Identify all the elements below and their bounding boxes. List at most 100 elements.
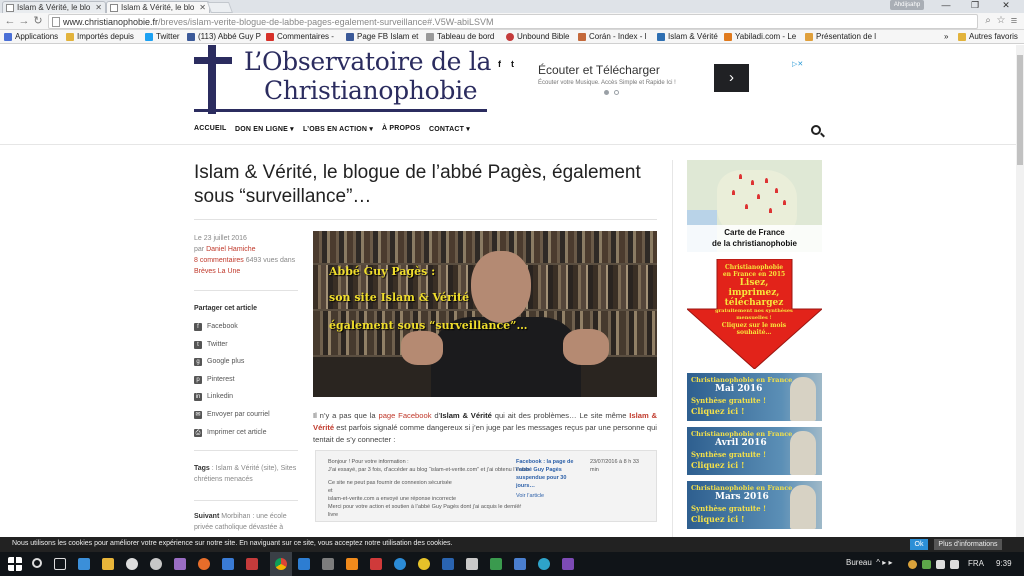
search-icon[interactable] (32, 558, 42, 568)
arrow-banner-text[interactable]: Christianophobie en France en 2015 Lisez… (704, 264, 804, 336)
close-tab-icon[interactable]: ✕ (199, 2, 206, 13)
back-arrow-icon[interactable]: ← (4, 15, 16, 27)
inset-link: jours… (516, 483, 535, 489)
bookmark-applications[interactable]: Applications (4, 31, 62, 43)
inset-view-link: Voir l’article (516, 493, 545, 499)
windows-start-icon[interactable] (8, 557, 22, 571)
bookmark-yabiladi[interactable]: Yabiladi.com - Le (724, 31, 800, 43)
hero-caption-2: son site Islam & Vérité (329, 291, 470, 304)
cookie-more-info-button[interactable]: Plus d’informations (934, 539, 1002, 550)
share-twitter[interactable]: t Twitter (194, 341, 228, 349)
browser-tab-1[interactable]: Islam & Vérité, le blo ✕ (2, 1, 106, 13)
advertisement[interactable]: Écouter et Télécharger Écouter votre Mus… (530, 60, 810, 108)
chrome-taskbar-button[interactable] (270, 552, 292, 576)
file-explorer-icon[interactable] (102, 558, 114, 570)
nav-contact[interactable]: CONTACT ▾ (429, 125, 470, 133)
bookmark-abbe-guy[interactable]: (113) Abbé Guy P (187, 31, 263, 43)
tray-app-icon[interactable] (908, 560, 917, 569)
bookmark-presentation[interactable]: Présentation de l (805, 31, 879, 43)
bookmark-coran[interactable]: Corán - Index - l (578, 31, 654, 43)
ad-arrow-button[interactable]: › (714, 64, 749, 92)
reload-icon[interactable]: ↻ (32, 15, 44, 27)
app-icon[interactable] (490, 558, 502, 570)
app-icon[interactable] (322, 558, 334, 570)
app-icon[interactable] (298, 558, 310, 570)
tray-arrows-icon[interactable]: ^ ▸ ▸ (876, 558, 892, 567)
app-icon[interactable] (418, 558, 430, 570)
bookmark-imported[interactable]: Importés depuis (66, 31, 138, 43)
share-google-plus[interactable]: g Google plus (194, 358, 244, 366)
synthesis-banner-avril[interactable]: Christianophobie en France Avril 2016 Sy… (687, 427, 822, 475)
app-icon[interactable] (394, 558, 406, 570)
bookmark-islam-verite[interactable]: Islam & Vérité (657, 31, 723, 43)
bookmark-commentaires[interactable]: Commentaires - (266, 31, 340, 43)
profile-badge[interactable]: Ahdijsahp (890, 0, 924, 10)
tags-list[interactable]: Islam & Vérité (site), Sites chrétiens m… (194, 465, 296, 483)
vlc-icon[interactable] (346, 558, 358, 570)
facebook-page-link[interactable]: page Facebook (378, 411, 431, 420)
app-icon[interactable] (150, 558, 162, 570)
zoom-search-icon[interactable]: ⌕ (982, 15, 994, 27)
article-date: Le 23 juillet 2016 (194, 235, 247, 242)
nav-accueil[interactable]: ACCUEIL (194, 125, 227, 132)
edge-icon[interactable] (78, 558, 90, 570)
scrollbar-thumb[interactable] (1017, 55, 1023, 165)
map-caption[interactable]: Carte de France de la christianophobie (687, 225, 822, 252)
cookie-ok-button[interactable]: Ok (910, 539, 928, 550)
twitter-icon[interactable]: t (511, 59, 514, 69)
language-indicator[interactable]: FRA (968, 559, 984, 568)
close-tab-icon[interactable]: ✕ (95, 2, 102, 13)
app-icon[interactable] (370, 558, 382, 570)
menu-icon[interactable]: ≡ (1008, 15, 1020, 27)
author-link[interactable]: Daniel Hamiche (206, 246, 255, 253)
network-icon[interactable] (936, 560, 945, 569)
nav-obs-en-action[interactable]: L’OBS EN ACTION ▾ (303, 125, 373, 133)
viber-icon[interactable] (562, 558, 574, 570)
search-icon[interactable] (811, 125, 821, 135)
task-view-icon[interactable] (54, 558, 66, 570)
ad-choices-icon[interactable]: ▷✕ (792, 60, 803, 68)
share-pinterest[interactable]: p Pinterest (194, 376, 235, 384)
forward-arrow-icon[interactable]: → (18, 15, 30, 27)
new-tab-button[interactable] (206, 2, 234, 13)
word-icon[interactable] (442, 558, 454, 570)
skype-icon[interactable] (538, 558, 550, 570)
url-field[interactable]: www.christianophobie.fr/breves/islam-ver… (48, 14, 978, 29)
next-article[interactable]: Suivant Morbihan : une école privée cath… (194, 511, 298, 533)
app-icon[interactable] (174, 558, 186, 570)
tray-app-icon[interactable] (922, 560, 931, 569)
share-facebook[interactable]: f Facebook (194, 323, 238, 331)
app-icon[interactable] (466, 558, 478, 570)
other-favorites-folder[interactable]: Autres favoris (958, 31, 1022, 43)
category-link[interactable]: Brèves La Une (194, 266, 304, 277)
desktop-label[interactable]: Bureau (846, 558, 872, 567)
comments-link[interactable]: 8 commentaires (194, 257, 244, 264)
bookmark-unbound-bible[interactable]: Unbound Bible (506, 31, 576, 43)
share-linkedin[interactable]: in Linkedin (194, 393, 233, 401)
bookmark-page-fb[interactable]: Page FB Islam et (346, 31, 422, 43)
bookmark-star-icon[interactable]: ☆ (995, 15, 1007, 27)
app-icon[interactable] (514, 558, 526, 570)
soccer-ball-icon[interactable] (126, 558, 138, 570)
share-print[interactable]: ⎙ Imprimer cet article (194, 429, 267, 437)
facebook-icon[interactable]: f (498, 59, 501, 69)
minimize-icon[interactable]: — (932, 0, 960, 12)
more-bookmarks-button[interactable]: » (944, 31, 954, 43)
page-scrollbar[interactable] (1016, 45, 1024, 537)
firefox-icon[interactable] (198, 558, 210, 570)
synthesis-banner-mars[interactable]: Christianophobie en France Mars 2016 Syn… (687, 481, 822, 529)
synthesis-banner-mai[interactable]: Christianophobie en France Mai 2016 Synt… (687, 373, 822, 421)
nav-a-propos[interactable]: À PROPOS (382, 125, 421, 132)
volume-icon[interactable] (950, 560, 959, 569)
nav-don-en-ligne[interactable]: DON EN LIGNE ▾ (235, 125, 294, 133)
maximize-icon[interactable]: ❐ (961, 0, 989, 12)
close-window-icon[interactable]: ✕ (992, 0, 1020, 12)
browser-tab-2[interactable]: Islam & Vérité, le blo ✕ (106, 1, 210, 13)
share-email[interactable]: ✉ Envoyer par courriel (194, 411, 270, 419)
bookmark-twitter[interactable]: Twitter (145, 31, 185, 43)
app-icon[interactable] (222, 558, 234, 570)
clock[interactable]: 9:39 (996, 559, 1012, 568)
bookmark-tableau[interactable]: Tableau de bord (426, 31, 498, 43)
app-icon[interactable] (246, 558, 258, 570)
page-info-icon[interactable] (52, 17, 60, 27)
